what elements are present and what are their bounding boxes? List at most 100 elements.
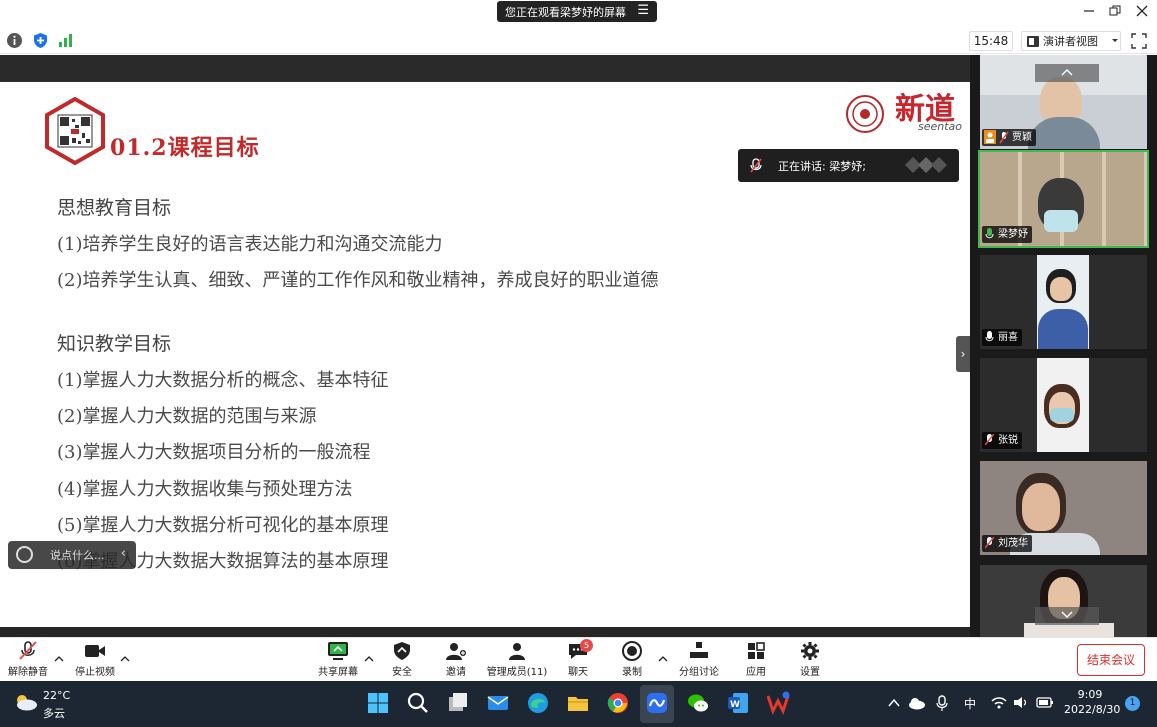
chevron-up-icon[interactable] [887,696,901,710]
video-tile[interactable]: 刘茂华 [980,461,1147,555]
wechat-icon[interactable] [686,691,710,715]
close-icon[interactable] [1131,4,1153,24]
participant-name: 刘茂华 [998,538,1028,549]
gear-icon [801,642,819,660]
chat-label: 聊天 [568,667,588,678]
video-tile[interactable]: 张锐 [980,358,1147,452]
record-icon [622,641,642,661]
settings-button[interactable]: 设置 [794,641,826,681]
apps-button[interactable]: 应用 [740,641,772,681]
menu-icon[interactable]: ☰ [637,3,649,18]
invite-button[interactable]: 邀请 [440,641,472,681]
view-switch-button[interactable]: 演讲者视图 [1021,31,1121,51]
slide-line: (1)培养学生良好的语言表达能力和沟通交流能力 [57,234,443,255]
info-icon[interactable] [6,32,23,49]
breakout-rooms-icon [690,642,708,658]
share-status-pill[interactable]: 您正在观看梁梦妤的屏幕 ☰ [497,1,657,22]
chevron-down-icon [1112,39,1118,42]
apps-label: 应用 [746,667,766,678]
meeting-clock: 15:48 [969,31,1013,51]
share-options-caret[interactable] [364,654,374,665]
search-icon[interactable] [406,691,430,715]
view-switch-label: 演讲者视图 [1043,35,1098,48]
gallery-scroll-down[interactable] [1035,607,1099,625]
audio-options-caret[interactable] [54,654,64,665]
mic-icon [985,331,994,342]
file-explorer-icon[interactable] [566,691,590,715]
collapse-gallery-toggle[interactable]: › [956,336,970,372]
speaker-icon[interactable] [1013,696,1029,709]
end-meeting-button[interactable]: 结束会议 [1077,644,1145,676]
input-method-indicator[interactable]: 中 [964,695,976,712]
slide-line: (2)掌握人力大数据的范围与来源 [57,406,317,427]
mic-muted-icon [985,537,994,549]
security-button[interactable]: 安全 [386,641,418,681]
restore-icon[interactable] [1104,4,1126,24]
share-screen-label: 共享屏幕 [318,667,358,678]
section-heading-knowledge: 知识教学目标 [57,333,172,355]
slide-line: (3)掌握人力大数据项目分析的一般流程 [57,442,371,463]
shared-screen: 01.2课程目标 新道 seentao 思想教育目标 (1)培养学生良好的语言表… [0,55,970,637]
participant-name: 张锐 [998,435,1018,446]
battery-charging-icon[interactable] [1036,696,1054,709]
breakout-rooms-button[interactable]: 分组讨论 [676,641,722,681]
title-bar: 您正在观看梁梦妤的屏幕 ☰ [0,0,1157,28]
mic-muted-icon [19,641,37,660]
mail-icon[interactable] [486,691,510,715]
tencent-meeting-icon[interactable] [645,691,669,715]
microphone-icon[interactable] [935,695,949,711]
share-status-text: 您正在观看梁梦妤的屏幕 [505,5,626,19]
add-user-icon [446,643,466,660]
chrome-icon[interactable] [606,691,630,715]
gallery-scroll-up[interactable] [1035,64,1099,82]
active-speaker-text: 正在讲话: 梁梦妤; [778,159,866,173]
windows-start-icon[interactable] [366,691,390,715]
system-clock[interactable]: 9:09 2022/8/30 [1064,688,1120,716]
notification-badge[interactable]: 1 [1125,696,1140,711]
unmute-button[interactable]: 解除静音 [6,641,50,681]
shared-screen-bottom-strip [0,627,970,637]
participants-icon [509,643,525,660]
security-label: 安全 [392,667,412,678]
zoom-window: 您正在观看梁梦妤的屏幕 ☰ 15:48 演讲者视图 01.2课程目标 新道 se… [0,0,1157,727]
slide-line: (1)掌握人力大数据分析的概念、基本特征 [57,370,389,391]
video-tile[interactable]: 梁梦妤 [978,150,1149,248]
manage-participants-button[interactable]: 管理成员(11) [486,641,548,681]
speaker-badge-icon [905,157,947,173]
participant-name-tag: 丽喜 [982,329,1022,346]
record-button[interactable]: 录制 [616,641,648,681]
minimize-icon[interactable] [1078,4,1100,24]
video-tile[interactable] [980,565,1147,637]
record-options-caret[interactable] [658,654,668,665]
stop-video-label: 停止视频 [75,667,115,678]
share-screen-button[interactable]: 共享屏幕 [316,641,360,681]
participant-name-tag: 梁梦妤 [982,226,1032,243]
video-options-caret[interactable] [120,654,130,665]
wifi-icon[interactable] [991,696,1007,709]
fullscreen-icon[interactable] [1131,33,1147,49]
emoji-icon[interactable] [16,546,33,563]
video-tile[interactable]: 丽喜 [980,255,1147,349]
weather-condition: 多云 [43,707,65,720]
brand-subtitle: seentao [918,120,963,133]
settings-label: 设置 [800,667,820,678]
unmute-label: 解除静音 [8,667,48,678]
video-camera-icon [85,645,105,657]
quick-chat-input[interactable]: 说点什么... ‹ [8,541,136,569]
slide-line: (4)掌握人力大数据收集与预处理方法 [57,479,353,500]
participant-name: 梁梦妤 [998,229,1028,240]
edge-browser-icon[interactable] [526,691,550,715]
active-speaker-banner: 正在讲话: 梁梦妤; [738,149,959,182]
signal-strength-icon[interactable] [57,32,74,49]
share-screen-icon [328,642,348,660]
shield-icon[interactable] [32,32,49,49]
qr-hexagon-logo [44,96,106,166]
word-icon[interactable]: W [726,691,750,715]
avatar-icon [984,130,996,144]
wps-icon[interactable] [766,691,790,715]
breakout-rooms-label: 分组讨论 [679,667,719,678]
onedrive-cloud-icon[interactable] [908,696,926,710]
chevron-left-icon[interactable]: ‹ [121,546,126,561]
stop-video-button[interactable]: 停止视频 [72,641,118,681]
task-view-icon[interactable] [446,691,470,715]
